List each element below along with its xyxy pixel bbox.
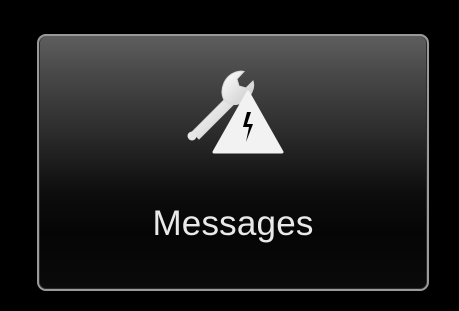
wrench-warning-icon xyxy=(187,70,284,154)
messages-tile-button[interactable]: Messages xyxy=(37,34,429,291)
screen-background: Messages xyxy=(0,0,459,311)
tile-label: Messages xyxy=(152,204,314,243)
